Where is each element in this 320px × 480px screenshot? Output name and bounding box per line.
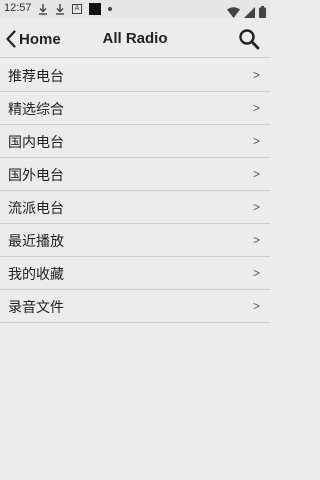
- status-bar: 12:57 A: [0, 0, 270, 18]
- chevron-right-icon: >: [252, 101, 260, 115]
- list-item-label: 精选综合: [8, 102, 64, 118]
- black-square-icon: [89, 3, 101, 15]
- chevron-right-icon: >: [252, 200, 260, 214]
- list-item-label: 最近播放: [8, 234, 64, 250]
- a-badge-icon: A: [72, 4, 82, 14]
- list-item-label: 国外电台: [8, 168, 64, 184]
- chevron-right-icon: >: [252, 266, 260, 280]
- list-item[interactable]: 推荐电台 >: [0, 59, 270, 92]
- chevron-left-icon: [6, 30, 16, 48]
- list-item-label: 流派电台: [8, 201, 64, 217]
- dot-icon: [108, 7, 112, 11]
- status-time: 12:57: [4, 2, 32, 14]
- back-button[interactable]: Home: [6, 28, 61, 50]
- search-icon: [239, 29, 260, 50]
- list-item-label: 推荐电台: [8, 69, 64, 85]
- status-notification-icons: A: [38, 3, 112, 15]
- list-item[interactable]: 录音文件 >: [0, 290, 270, 323]
- list-item[interactable]: 精选综合 >: [0, 92, 270, 125]
- chevron-right-icon: >: [252, 167, 260, 181]
- search-button[interactable]: [238, 28, 260, 50]
- app-header: Home All Radio: [0, 18, 270, 58]
- list-item[interactable]: 国外电台 >: [0, 158, 270, 191]
- list-item[interactable]: 最近播放 >: [0, 224, 270, 257]
- chevron-right-icon: >: [252, 68, 260, 82]
- back-label: Home: [19, 30, 61, 48]
- list-item[interactable]: 流派电台 >: [0, 191, 270, 224]
- chevron-right-icon: >: [252, 233, 260, 247]
- download-icon: [38, 3, 48, 15]
- download-icon: [55, 3, 65, 15]
- list-item-label: 我的收藏: [8, 267, 64, 283]
- chevron-right-icon: >: [252, 134, 260, 148]
- chevron-right-icon: >: [252, 299, 260, 313]
- radio-category-list: 推荐电台 > 精选综合 > 国内电台 > 国外电台 > 流派电台 > 最近播放 > 我的收藏 > 录音文件 >: [0, 59, 270, 323]
- list-item-label: 国内电台: [8, 135, 64, 151]
- list-item[interactable]: 我的收藏 >: [0, 257, 270, 290]
- list-item[interactable]: 国内电台 >: [0, 125, 270, 158]
- list-item-label: 录音文件: [8, 300, 64, 316]
